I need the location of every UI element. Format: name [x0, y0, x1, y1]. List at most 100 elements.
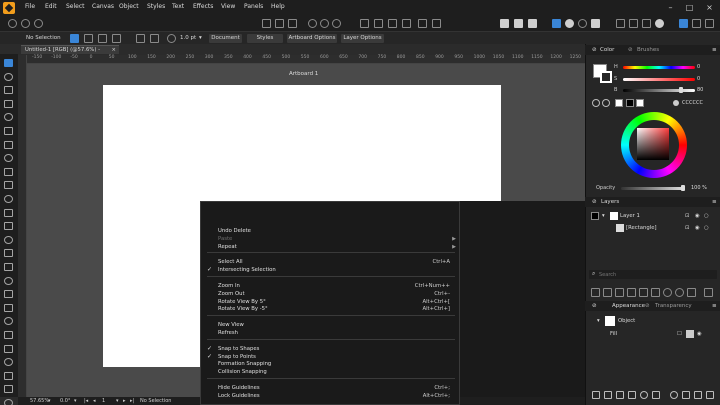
- brush-icon[interactable]: [628, 391, 636, 399]
- line-tool-icon[interactable]: [4, 235, 13, 244]
- gradient-tool-icon[interactable]: [4, 290, 13, 299]
- boolean-intersect-icon[interactable]: [332, 19, 341, 28]
- tab-transparency[interactable]: Transparency: [655, 302, 692, 310]
- rotate-left-icon[interactable]: [388, 19, 397, 28]
- stroke-width-dropdown-icon[interactable]: ▾: [199, 35, 202, 41]
- share-icon[interactable]: [629, 19, 638, 28]
- layer-options-button[interactable]: Layer Options: [341, 34, 384, 43]
- panel-toggle-icon[interactable]: [679, 19, 688, 28]
- arrange-icon[interactable]: [288, 19, 297, 28]
- context-menu-item[interactable]: ✓ Intersecting Selection: [201, 266, 460, 274]
- shape-builder-icon[interactable]: [4, 99, 13, 108]
- refresh-icon[interactable]: [34, 19, 43, 28]
- view-mode-icon[interactable]: [552, 19, 561, 28]
- camera-icon[interactable]: [652, 391, 660, 399]
- guides-icon[interactable]: [528, 19, 537, 28]
- menu-select[interactable]: Select: [66, 3, 85, 10]
- context-menu-item[interactable]: Undo Delete: [201, 227, 460, 235]
- boolean-add-icon[interactable]: [308, 19, 317, 28]
- menu-edit[interactable]: Edit: [45, 3, 57, 10]
- menu-help[interactable]: Help: [271, 3, 285, 10]
- export-icon[interactable]: [616, 19, 625, 28]
- close-window-icon[interactable]: ×: [703, 2, 716, 14]
- help-icon[interactable]: [692, 19, 701, 28]
- stroke-swatch[interactable]: [600, 71, 612, 83]
- snapping-icon[interactable]: [500, 19, 509, 28]
- panel-close-icon[interactable]: ⊘: [628, 46, 633, 54]
- layer-row[interactable]: [Rectangle] ⊡ ◉ ○: [589, 222, 717, 234]
- node-tool-icon[interactable]: [4, 72, 13, 81]
- tab-appearance[interactable]: Appearance: [612, 302, 645, 310]
- rotate-right-icon[interactable]: [402, 19, 411, 28]
- menu-file[interactable]: File: [25, 3, 35, 10]
- hue-value[interactable]: 0: [697, 64, 700, 70]
- align-icon[interactable]: [262, 19, 271, 28]
- zoom-dropdown-icon[interactable]: ▾: [48, 398, 51, 404]
- undo-icon[interactable]: [8, 19, 17, 28]
- duplicate-icon[interactable]: [682, 391, 690, 399]
- fill-tool-icon[interactable]: [4, 195, 13, 203]
- first-page-icon[interactable]: |◂: [84, 398, 88, 404]
- white-swatch[interactable]: [615, 99, 623, 107]
- knife-tool-icon[interactable]: [4, 222, 13, 231]
- settings-icon[interactable]: [705, 19, 714, 28]
- flip-vertical-icon[interactable]: [374, 19, 383, 28]
- split-view-icon[interactable]: [591, 19, 600, 28]
- artboard-tool-icon[interactable]: [4, 371, 13, 380]
- menu-object[interactable]: Object: [119, 3, 139, 10]
- clip-icon[interactable]: [651, 288, 660, 297]
- panel-menu-icon[interactable]: ≡: [712, 46, 717, 54]
- rotation-angle[interactable]: 0.0°: [60, 398, 70, 404]
- current-swatch[interactable]: [636, 99, 644, 107]
- panel-close-icon[interactable]: ⊘: [592, 198, 597, 206]
- tab-brushes[interactable]: Brushes: [637, 46, 659, 54]
- panel-menu-icon[interactable]: ≡: [712, 302, 717, 310]
- context-menu-item[interactable]: ✓ Snap to Points: [201, 353, 460, 361]
- rotation-dropdown-icon[interactable]: ▾: [74, 398, 77, 404]
- menu-panels[interactable]: Panels: [244, 3, 263, 10]
- panel-close-icon[interactable]: ⊘: [592, 46, 597, 54]
- layer-target-icon[interactable]: ○: [704, 222, 709, 234]
- context-menu-item[interactable]: Lock Guidelines Alt+Ctrl+;: [201, 392, 460, 400]
- star-tool-icon[interactable]: [4, 276, 13, 285]
- opacity-slider[interactable]: [621, 187, 683, 190]
- layer-name[interactable]: Layer 1: [620, 210, 640, 222]
- black-swatch[interactable]: [626, 99, 634, 107]
- redo-icon[interactable]: [21, 19, 30, 28]
- fill-color-swatch[interactable]: [686, 330, 694, 338]
- brush-tool-icon[interactable]: [4, 140, 13, 149]
- eyedropper-icon[interactable]: [592, 99, 600, 107]
- menu-view[interactable]: View: [221, 3, 235, 10]
- last-page-icon[interactable]: ▸|: [130, 398, 134, 404]
- preview-icon[interactable]: [655, 19, 664, 28]
- mesh-tool-icon[interactable]: [4, 303, 13, 312]
- none-swatch-icon[interactable]: [602, 99, 610, 107]
- crop-tool-icon[interactable]: [4, 127, 13, 135]
- fill-checkbox-icon[interactable]: ☐: [677, 328, 682, 340]
- visibility-eye-icon[interactable]: ◉: [695, 222, 700, 234]
- symbol-tool-icon[interactable]: [4, 331, 13, 339]
- duplicate-layer-icon[interactable]: [615, 288, 624, 297]
- next-page-icon[interactable]: ▸: [123, 398, 126, 404]
- group-icon[interactable]: [418, 19, 427, 28]
- brightness-value[interactable]: 80: [697, 87, 703, 93]
- boolean-subtract-icon[interactable]: [320, 19, 329, 28]
- context-menu-item[interactable]: Rotate View By 5° Alt+Ctrl+[: [201, 298, 460, 306]
- hand-tool-icon[interactable]: [4, 385, 13, 394]
- link-icon[interactable]: [694, 391, 702, 399]
- context-menu-item[interactable]: ✓ Snap to Shapes: [201, 345, 460, 353]
- saturation-value[interactable]: 0: [697, 76, 700, 82]
- layer-search-input[interactable]: [599, 271, 709, 278]
- opacity-slider-thumb[interactable]: [681, 185, 685, 191]
- hex-value[interactable]: CCCCCC: [682, 100, 703, 106]
- panel-close-icon[interactable]: ⊘: [645, 302, 650, 310]
- new-layer-icon[interactable]: [591, 288, 600, 297]
- document-button[interactable]: Document: [209, 34, 242, 43]
- page-dropdown-icon[interactable]: ▾: [116, 398, 119, 404]
- outline-view-icon[interactable]: [578, 19, 587, 28]
- polygon-tool-icon[interactable]: [4, 263, 13, 271]
- add-stroke-icon[interactable]: [604, 391, 612, 399]
- menu-text[interactable]: Text: [172, 3, 184, 10]
- node-mode-icon[interactable]: [84, 34, 93, 43]
- opacity-icon[interactable]: [640, 391, 648, 399]
